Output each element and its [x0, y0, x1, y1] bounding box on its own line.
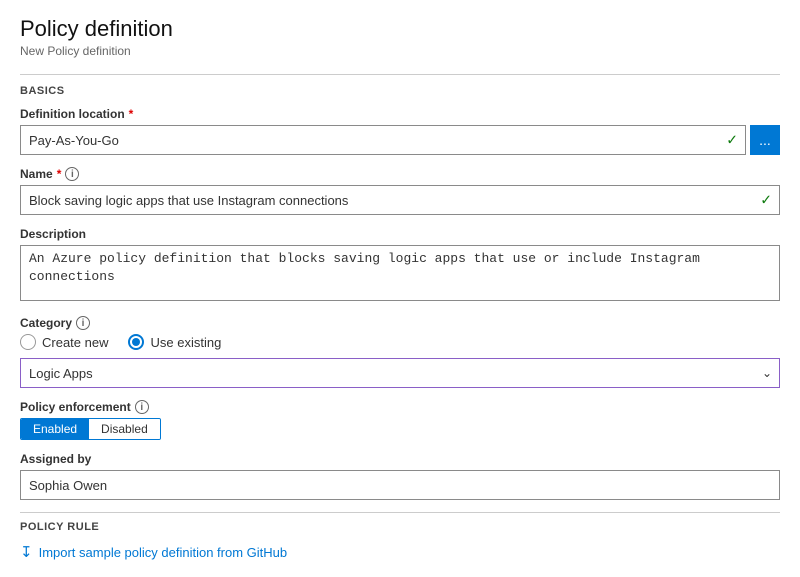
create-new-label: Create new	[42, 335, 108, 350]
page-container: Policy definition New Policy definition …	[0, 0, 800, 577]
required-indicator: *	[129, 107, 134, 121]
description-group: Description An Azure policy definition t…	[20, 227, 780, 304]
category-label: Category i	[20, 316, 780, 330]
category-group: Category i Create new Use existing Logic…	[20, 316, 780, 388]
category-select-wrapper: Logic Apps ⌄	[20, 358, 780, 388]
toggle-enabled-button[interactable]: Enabled	[21, 419, 89, 439]
policy-enforcement-toggle: Enabled Disabled	[20, 418, 161, 440]
name-required-indicator: *	[57, 167, 62, 181]
definition-location-row: ✓ ...	[20, 125, 780, 155]
assigned-by-group: Assigned by	[20, 452, 780, 500]
assigned-by-label: Assigned by	[20, 452, 780, 466]
definition-location-label: Definition location *	[20, 107, 780, 121]
section-divider	[20, 74, 780, 75]
import-link-label: Import sample policy definition from Git…	[39, 545, 288, 560]
use-existing-radio[interactable]	[128, 334, 144, 350]
check-icon: ✓	[726, 132, 738, 149]
browse-button[interactable]: ...	[750, 125, 780, 155]
page-title: Policy definition	[20, 16, 780, 42]
definition-location-input[interactable]	[20, 125, 746, 155]
name-label: Name * i	[20, 167, 780, 181]
policy-enforcement-info-icon[interactable]: i	[135, 400, 149, 414]
policy-rule-section-label: POLICY RULE	[20, 521, 780, 533]
policy-enforcement-label: Policy enforcement i	[20, 400, 780, 414]
import-link[interactable]: ↧ Import sample policy definition from G…	[20, 543, 780, 561]
assigned-by-input[interactable]	[20, 470, 780, 500]
page-subtitle: New Policy definition	[20, 44, 780, 58]
description-input[interactable]: An Azure policy definition that blocks s…	[20, 245, 780, 301]
description-label: Description	[20, 227, 780, 241]
category-select[interactable]: Logic Apps	[20, 358, 780, 388]
policy-rule-divider	[20, 512, 780, 513]
category-create-new[interactable]: Create new	[20, 334, 108, 350]
policy-rule-section: POLICY RULE ↧ Import sample policy defin…	[20, 512, 780, 561]
policy-enforcement-group: Policy enforcement i Enabled Disabled	[20, 400, 780, 440]
basics-section-label: BASICS	[20, 85, 780, 97]
definition-location-input-wrapper: ✓	[20, 125, 746, 155]
download-icon: ↧	[20, 543, 33, 561]
name-input[interactable]	[20, 185, 780, 215]
name-check-icon: ✓	[760, 192, 772, 209]
name-group: Name * i ✓	[20, 167, 780, 215]
category-info-icon[interactable]: i	[76, 316, 90, 330]
use-existing-label: Use existing	[150, 335, 221, 350]
definition-location-group: Definition location * ✓ ...	[20, 107, 780, 155]
category-use-existing[interactable]: Use existing	[128, 334, 221, 350]
toggle-disabled-button[interactable]: Disabled	[89, 419, 160, 439]
name-info-icon[interactable]: i	[65, 167, 79, 181]
category-radio-group: Create new Use existing	[20, 334, 780, 350]
name-input-wrapper: ✓	[20, 185, 780, 215]
create-new-radio[interactable]	[20, 334, 36, 350]
